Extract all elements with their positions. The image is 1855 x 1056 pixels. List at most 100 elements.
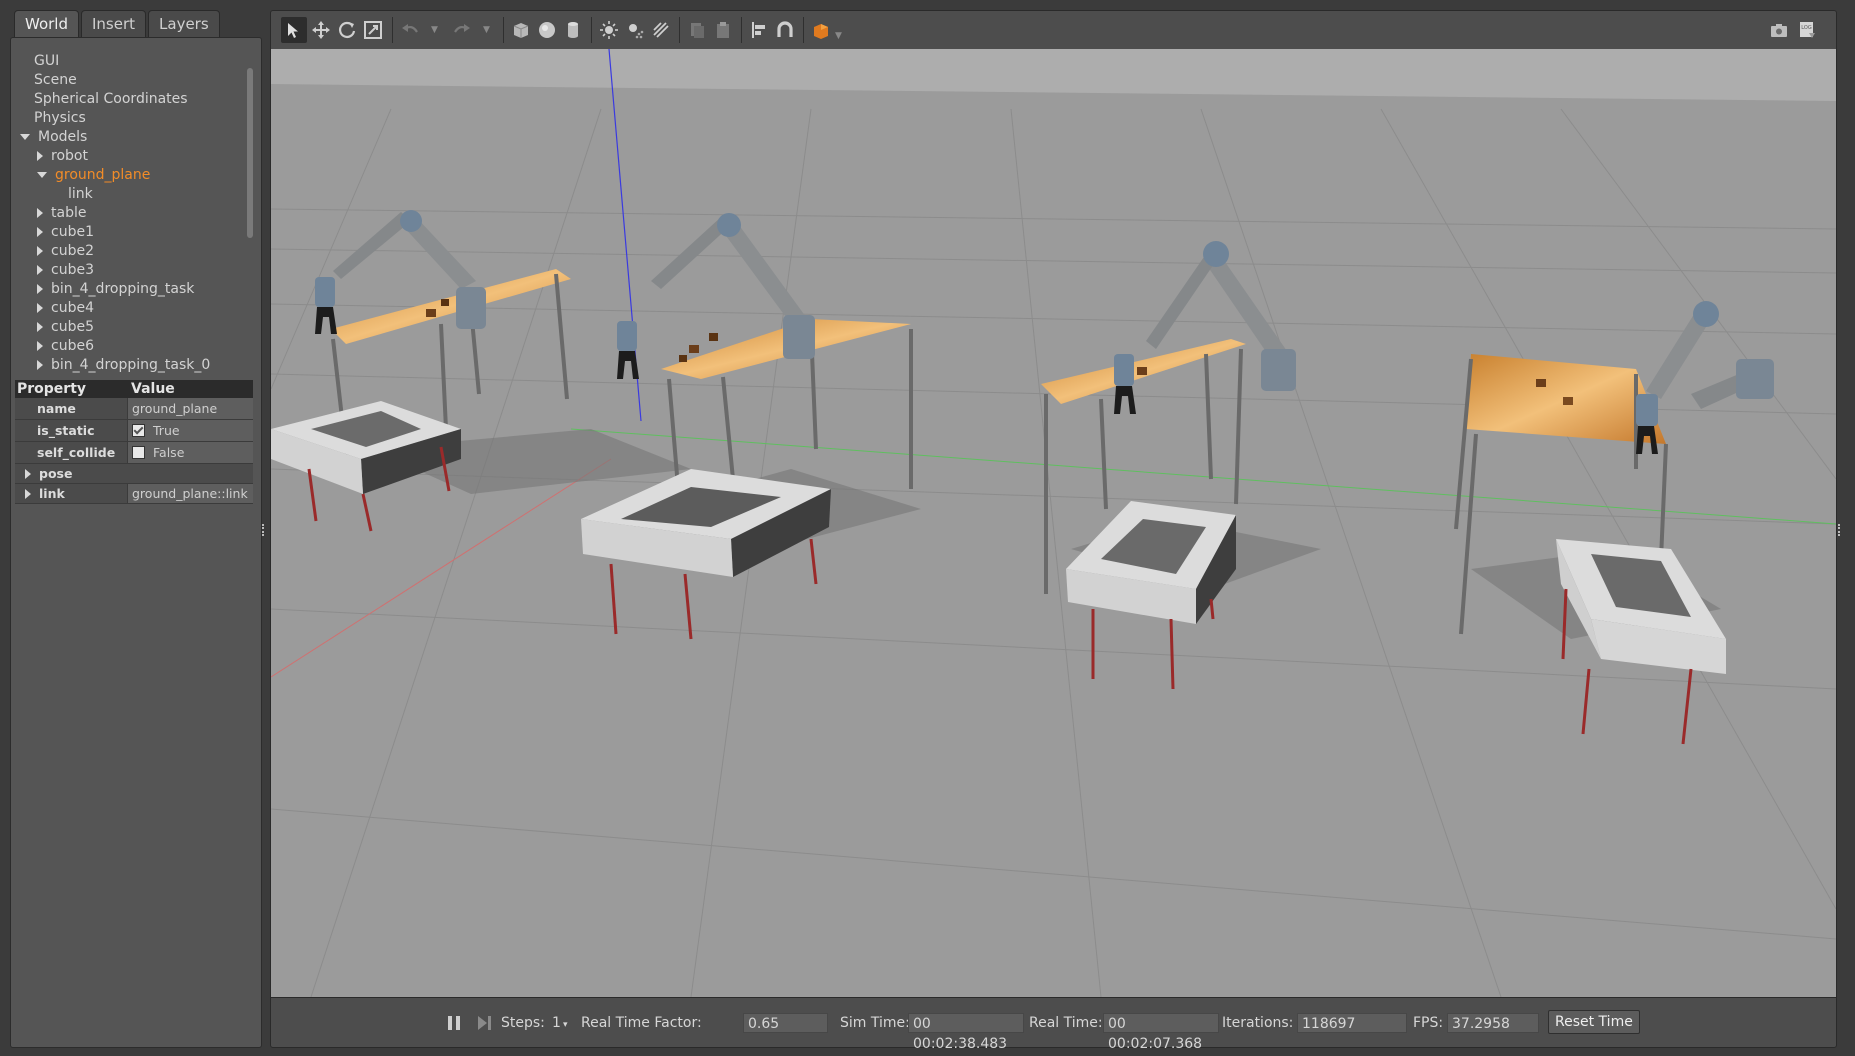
tree-item-robot[interactable]: robot bbox=[37, 147, 88, 166]
cube[interactable] bbox=[1137, 367, 1147, 375]
view-angle-dropdown-icon[interactable]: ▼ bbox=[835, 31, 842, 41]
tab-layers[interactable]: Layers bbox=[148, 10, 220, 37]
expand-arrow-icon[interactable] bbox=[37, 246, 43, 256]
expand-arrow-icon[interactable] bbox=[37, 265, 43, 275]
tree-item-cube2[interactable]: cube2 bbox=[37, 242, 94, 261]
snap-magnet-icon[interactable] bbox=[772, 17, 798, 43]
splitter-grip-right[interactable] bbox=[1838, 524, 1844, 536]
expand-arrow-icon[interactable] bbox=[37, 360, 43, 370]
screenshot-icon[interactable] bbox=[1766, 17, 1792, 43]
redo-icon[interactable] bbox=[449, 17, 475, 43]
point-light-icon[interactable] bbox=[596, 17, 622, 43]
expand-arrow-icon[interactable] bbox=[37, 341, 43, 351]
cube[interactable] bbox=[679, 355, 687, 362]
scene-render[interactable] bbox=[271, 49, 1836, 997]
toolbar-separator bbox=[591, 17, 592, 43]
tree-item-label: cube4 bbox=[51, 300, 94, 316]
tree-item-bin-4-dropping-task-0[interactable]: bin_4_dropping_task_0 bbox=[37, 356, 210, 375]
collapse-arrow-icon[interactable] bbox=[20, 134, 30, 140]
property-value-is-static: True bbox=[127, 420, 253, 441]
tree-item-Models[interactable]: Models bbox=[20, 128, 87, 147]
3d-viewport[interactable] bbox=[270, 49, 1837, 997]
tree-item-cube4[interactable]: cube4 bbox=[37, 299, 94, 318]
steps-spin-arrow-icon[interactable]: ▾ bbox=[563, 1015, 568, 1035]
tree-item-link[interactable]: link bbox=[54, 185, 93, 204]
splitter-grip-left[interactable] bbox=[262, 524, 268, 536]
pause-icon[interactable] bbox=[441, 1010, 467, 1036]
tree-item-cube1[interactable]: cube1 bbox=[37, 223, 94, 242]
property-row-link[interactable]: link ground_plane::link bbox=[15, 484, 253, 504]
tree-item-Scene[interactable]: Scene bbox=[20, 71, 77, 90]
bottom-toolbar: Steps: 1 ▾ Real Time Factor: 0.65 Sim Ti… bbox=[270, 997, 1837, 1052]
tree-item-cube3[interactable]: cube3 bbox=[37, 261, 94, 280]
tree-item-Spherical Coordinates[interactable]: Spherical Coordinates bbox=[20, 90, 188, 109]
select-arrow-icon[interactable] bbox=[281, 17, 307, 43]
value-column-header: Value bbox=[131, 381, 175, 397]
property-group-pose[interactable]: pose bbox=[15, 464, 253, 484]
property-value-link: ground_plane::link bbox=[127, 484, 253, 503]
spot-light-icon[interactable] bbox=[622, 17, 648, 43]
translate-icon[interactable] bbox=[308, 17, 334, 43]
self-collide-checkbox[interactable] bbox=[132, 446, 145, 459]
expand-arrow-icon[interactable] bbox=[37, 151, 43, 161]
tree-item-label: link bbox=[68, 186, 93, 202]
tree-item-GUI[interactable]: GUI bbox=[20, 52, 59, 71]
tree-item-table[interactable]: table bbox=[37, 204, 86, 223]
tab-world[interactable]: World bbox=[14, 10, 79, 37]
align-icon[interactable] bbox=[746, 17, 772, 43]
tree-item-label: Scene bbox=[34, 72, 77, 88]
rotate-icon[interactable] bbox=[334, 17, 360, 43]
property-value-name[interactable]: ground_plane bbox=[127, 398, 253, 419]
cube[interactable] bbox=[1536, 379, 1546, 387]
toolbar-separator bbox=[392, 17, 393, 43]
steps-spinbox[interactable]: 1 bbox=[552, 1013, 561, 1033]
collapse-arrow-icon[interactable] bbox=[37, 172, 47, 178]
tree-item-label: Models bbox=[38, 129, 88, 145]
tree-item-cube5[interactable]: cube5 bbox=[37, 318, 94, 337]
cube[interactable] bbox=[689, 345, 699, 353]
paste-icon[interactable] bbox=[710, 17, 736, 43]
cube[interactable] bbox=[1563, 397, 1573, 405]
reset-time-button[interactable]: Reset Time bbox=[1548, 1010, 1640, 1034]
redo-dropdown-icon[interactable]: ▼ bbox=[483, 25, 490, 35]
iterations-label: Iterations: bbox=[1222, 1015, 1294, 1031]
tree-item-bin-4-dropping-task[interactable]: bin_4_dropping_task bbox=[37, 280, 194, 299]
fps-label: FPS: bbox=[1413, 1015, 1444, 1031]
cube[interactable] bbox=[709, 333, 718, 341]
tab-insert[interactable]: Insert bbox=[81, 10, 147, 37]
tree-item-ground-plane[interactable]: ground_plane bbox=[37, 166, 150, 185]
cube[interactable] bbox=[441, 299, 449, 306]
undo-icon[interactable] bbox=[397, 17, 423, 43]
step-forward-icon[interactable] bbox=[471, 1010, 497, 1036]
copy-icon[interactable] bbox=[684, 17, 710, 43]
expand-arrow-icon[interactable] bbox=[37, 284, 43, 294]
tree-item-label: bin_4_dropping_task_0 bbox=[51, 357, 211, 373]
world-panel: GUI Scene Spherical Coordinates Physics Mode… bbox=[10, 37, 262, 1048]
cube[interactable] bbox=[426, 309, 436, 317]
tree-scrollbar[interactable] bbox=[247, 68, 253, 238]
expand-arrow-icon[interactable] bbox=[37, 303, 43, 313]
tree-item-Physics[interactable]: Physics bbox=[20, 109, 86, 128]
view-angle-icon[interactable] bbox=[808, 17, 834, 43]
tree-item-cube6[interactable]: cube6 bbox=[37, 337, 94, 356]
self-collide-value-label: False bbox=[153, 445, 185, 460]
scale-icon[interactable] bbox=[360, 17, 386, 43]
expand-arrow-icon[interactable] bbox=[25, 488, 31, 499]
tree-item-label: ground_plane bbox=[55, 167, 151, 183]
tree-item-label: Spherical Coordinates bbox=[34, 91, 188, 107]
box-icon[interactable] bbox=[508, 17, 534, 43]
expand-arrow-icon[interactable] bbox=[37, 208, 43, 218]
property-key: self_collide bbox=[15, 442, 127, 463]
expand-arrow-icon[interactable] bbox=[37, 227, 43, 237]
expand-arrow-icon[interactable] bbox=[25, 468, 31, 479]
cylinder-icon[interactable] bbox=[560, 17, 586, 43]
ground-plane[interactable] bbox=[271, 84, 1836, 997]
directional-light-icon[interactable] bbox=[648, 17, 674, 43]
left-panel: World Insert Layers GUI Scene Spherical Co… bbox=[10, 10, 262, 1048]
undo-dropdown-icon[interactable]: ▼ bbox=[431, 25, 438, 35]
expand-arrow-icon[interactable] bbox=[37, 322, 43, 332]
log-icon[interactable]: LOG bbox=[1794, 17, 1820, 43]
is-static-checkbox[interactable] bbox=[132, 424, 145, 437]
property-value-self-collide: False bbox=[127, 442, 253, 463]
sphere-icon[interactable] bbox=[534, 17, 560, 43]
